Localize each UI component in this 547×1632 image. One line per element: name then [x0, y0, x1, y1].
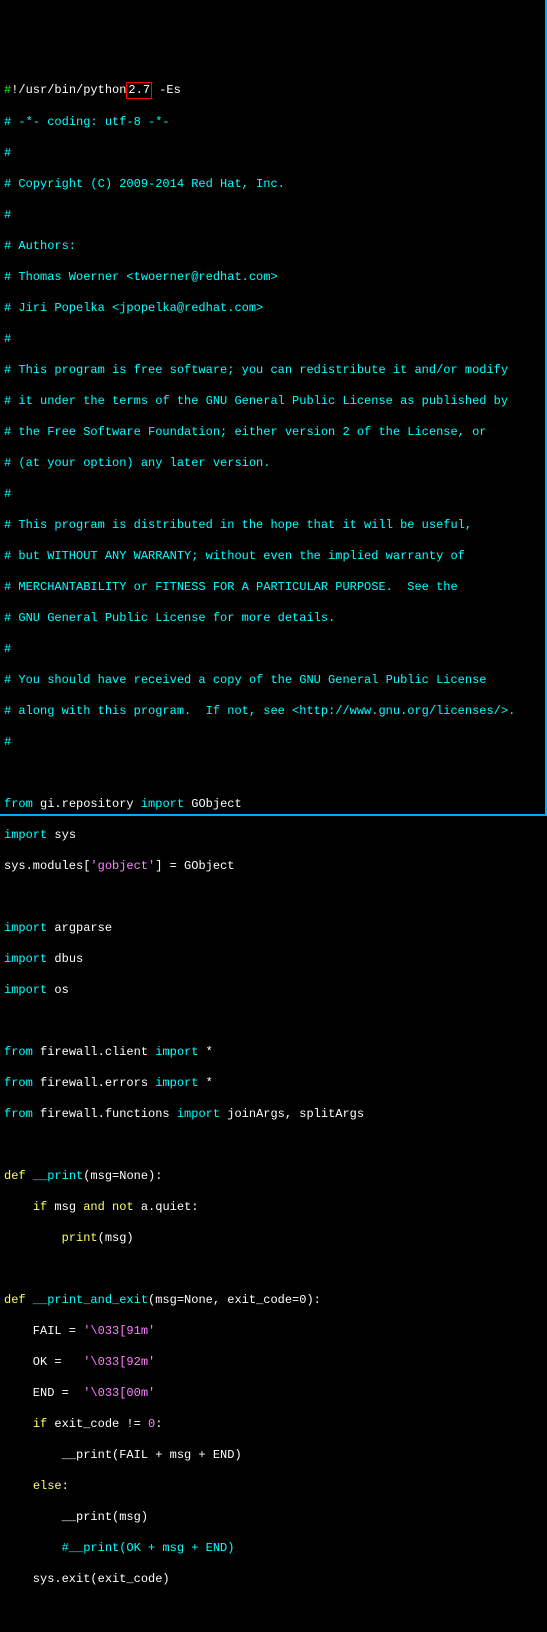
cursor-highlight: 2.7	[126, 82, 152, 100]
def-line: def __print(msg=None):	[4, 1169, 541, 1185]
comment-line: # (at your option) any later version.	[4, 456, 541, 472]
comment-line: # This program is free software; you can…	[4, 363, 541, 379]
editor-content[interactable]: #!/usr/bin/python2.7 -Es # -*- coding: u…	[4, 66, 541, 1632]
comment-line: # MERCHANTABILITY or FITNESS FOR A PARTI…	[4, 580, 541, 596]
comment-line: # Jiri Popelka <jpopelka@redhat.com>	[4, 301, 541, 317]
comment-line: #	[4, 208, 541, 224]
code-line: __print(msg)	[4, 1510, 541, 1526]
import-line: from firewall.client import *	[4, 1045, 541, 1061]
code-line: if msg and not a.quiet:	[4, 1200, 541, 1216]
import-line: import os	[4, 983, 541, 999]
code-line: else:	[4, 1479, 541, 1495]
code-line: END = '\033[00m'	[4, 1386, 541, 1402]
comment-line: #	[4, 146, 541, 162]
comment-line: # but WITHOUT ANY WARRANTY; without even…	[4, 549, 541, 565]
code-line: OK = '\033[92m'	[4, 1355, 541, 1371]
shebang-line: #!/usr/bin/python2.7 -Es	[4, 82, 541, 100]
comment-line: # This program is distributed in the hop…	[4, 518, 541, 534]
coding-line: # -*- coding: utf-8 -*-	[4, 115, 541, 131]
import-line: import dbus	[4, 952, 541, 968]
comment-line: #	[4, 735, 541, 751]
import-line: import argparse	[4, 921, 541, 937]
blank-line	[4, 1262, 541, 1278]
code-line: FAIL = '\033[91m'	[4, 1324, 541, 1340]
code-line: print(msg)	[4, 1231, 541, 1247]
comment-line: # the Free Software Foundation; either v…	[4, 425, 541, 441]
comment-line: # Thomas Woerner <twoerner@redhat.com>	[4, 270, 541, 286]
blank-line	[4, 1014, 541, 1030]
import-line: from firewall.functions import joinArgs,…	[4, 1107, 541, 1123]
blank-line	[4, 1138, 541, 1154]
comment-line: # GNU General Public License for more de…	[4, 611, 541, 627]
comment-line: # along with this program. If not, see <…	[4, 704, 541, 720]
comment-line: #	[4, 487, 541, 503]
blank-line	[4, 766, 541, 782]
code-line: __print(FAIL + msg + END)	[4, 1448, 541, 1464]
comment-line: # it under the terms of the GNU General …	[4, 394, 541, 410]
comment-line: #	[4, 332, 541, 348]
import-line: import sys	[4, 828, 541, 844]
code-line: sys.modules['gobject'] = GObject	[4, 859, 541, 875]
comment-line: # Authors:	[4, 239, 541, 255]
comment-line: # You should have received a copy of the…	[4, 673, 541, 689]
comment-line: #	[4, 642, 541, 658]
comment-line: #__print(OK + msg + END)	[4, 1541, 541, 1557]
blank-line	[4, 890, 541, 906]
blank-line	[4, 1603, 541, 1619]
import-line: from firewall.errors import *	[4, 1076, 541, 1092]
comment-line: # Copyright (C) 2009-2014 Red Hat, Inc.	[4, 177, 541, 193]
code-line: if exit_code != 0:	[4, 1417, 541, 1433]
import-line: from gi.repository import GObject	[4, 797, 541, 813]
def-line: def __print_and_exit(msg=None, exit_code…	[4, 1293, 541, 1309]
code-line: sys.exit(exit_code)	[4, 1572, 541, 1588]
